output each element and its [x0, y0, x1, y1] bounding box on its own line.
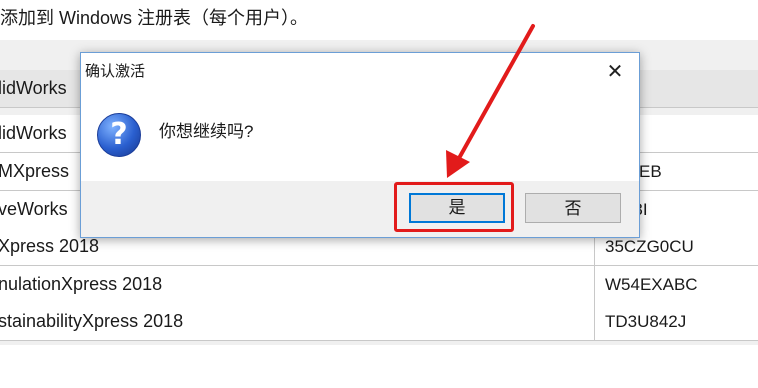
annotation-arrow-icon [446, 24, 535, 178]
